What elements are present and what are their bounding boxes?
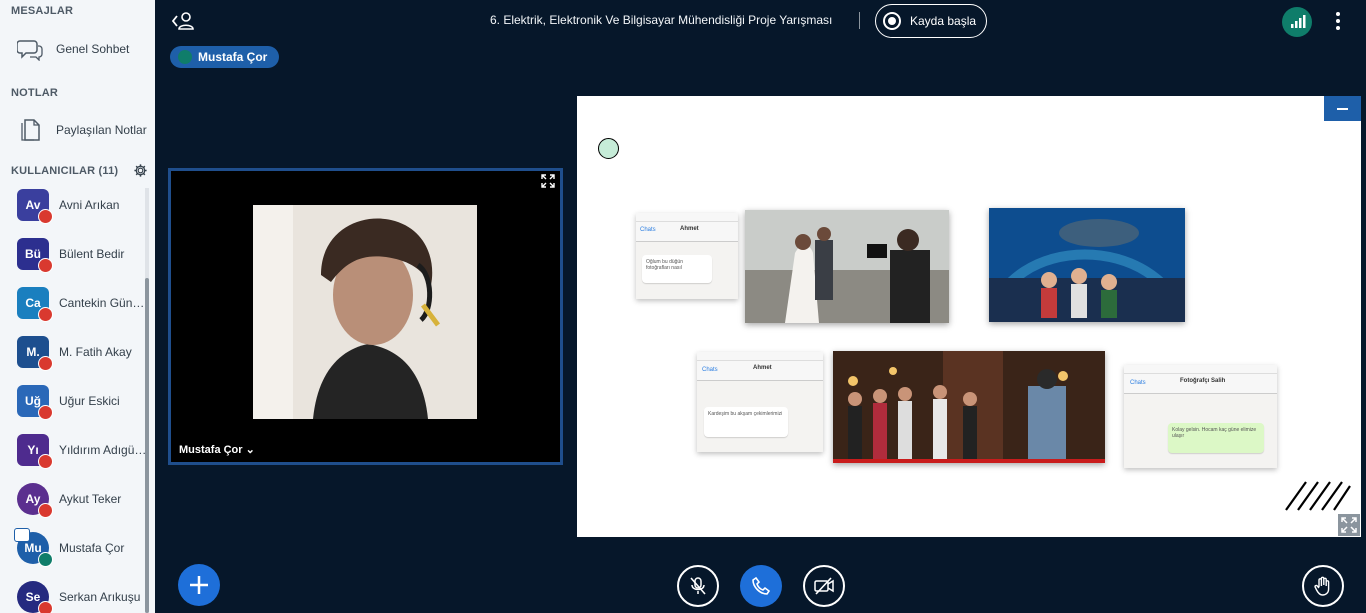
messages-section-title: MESAJLAR [11,5,74,17]
record-icon [883,12,901,30]
chat-contact-name: Ahmet [753,365,772,371]
minimize-presentation-button[interactable] [1324,96,1361,121]
user-list-item[interactable]: Ay Aykut Teker [0,479,148,525]
user-name: Aykut Teker [59,492,122,506]
user-name: M. Fatih Akay [59,345,132,359]
mic-muted-icon [38,356,53,371]
start-recording-button[interactable]: Kayda başla [875,4,987,38]
signal-icon [1291,15,1306,28]
user-name: Cantekin Gün… [59,296,145,310]
user-list-item[interactable]: Av Avni Arıkan [0,185,148,231]
user-name: Avni Arıkan [59,198,120,212]
webcam-user-name[interactable]: Mustafa Çor ⌄ [179,443,255,456]
presenter-cursor [598,138,619,159]
talking-user-name: Mustafa Çor [198,50,268,64]
public-chat-label: Genel Sohbet [56,42,130,56]
user-name: Yıldırım Adıgü… [59,443,147,457]
gear-icon[interactable] [133,163,148,178]
user-list-item[interactable]: Uğ Uğur Eskici [0,381,148,427]
mic-muted-icon [38,601,53,613]
mic-muted-icon [38,405,53,420]
talking-indicator[interactable]: Mustafa Çor [170,46,280,68]
user-list-item[interactable]: Ca Cantekin Gün… [0,283,148,329]
user-list-item[interactable]: Yı Yıldırım Adıgü… [0,430,148,476]
user-name: Uğur Eskici [59,394,120,408]
webcam-video[interactable]: Mustafa Çor ⌄ [168,168,563,465]
camera-off-icon [814,577,834,595]
user-name: Bülent Bedir [59,247,125,261]
mic-muted-icon [38,454,53,469]
user-list-item[interactable]: Mu Mustafa Çor [0,528,148,574]
chat-message: Kardeşim bu akşam çekimlerimizi [704,407,788,437]
mic-off-icon [690,577,706,595]
user-list-item[interactable]: Se Serkan Arıkuşu [0,577,148,613]
unmute-button[interactable] [677,565,719,607]
mic-muted-icon [38,307,53,322]
leave-audio-button[interactable] [740,565,782,607]
chat-contact-name: Fotoğrafçı Salih [1180,378,1226,384]
users-section-title: KULLANICILAR (11) [11,165,119,177]
options-menu-icon[interactable] [1330,9,1346,33]
mic-muted-icon [38,258,53,273]
slide-decoration [1285,481,1351,511]
presentation-slide[interactable] [577,96,1361,537]
chat-back-label: Chats [1130,380,1146,386]
chat-contact-name: Ahmet [680,226,699,232]
aquarium-photo [989,208,1185,322]
presentation-fullscreen-button[interactable] [1338,514,1360,536]
meeting-title: 6. Elektrik, Elektronik Ve Bilgisayar Mü… [490,13,833,27]
mic-active-icon [38,552,53,567]
shared-notes-item[interactable]: Paylaşılan Notlar [0,112,155,148]
public-chat-item[interactable]: Genel Sohbet [0,31,155,67]
chat-back-label: Chats [702,367,718,373]
notes-section-title: NOTLAR [11,87,59,99]
notes-icon [15,115,45,145]
hand-icon [1314,576,1330,596]
fullscreen-icon[interactable] [540,173,556,189]
share-webcam-button[interactable] [803,565,845,607]
user-list-item[interactable]: Bü Bülent Bedir [0,234,148,280]
chat-screenshot-1: Chats Ahmet Oğlum bu düğün fotoğrafları … [636,213,738,299]
mic-muted-icon [38,503,53,518]
presenter-icon [14,528,30,542]
user-list-sidebar: MESAJLAR Genel Sohbet NOTLAR Paylaşılan … [0,0,155,613]
webcam-feed [253,205,477,419]
party-photo [833,351,1105,463]
user-list-item[interactable]: M. M. Fatih Akay [0,332,148,378]
chat-message: Oğlum bu düğün fotoğrafları nasıl [642,255,712,283]
record-label: Kayda başla [910,14,977,28]
actions-button[interactable] [178,564,220,606]
user-name: Serkan Arıkuşu [59,590,141,604]
user-name: Mustafa Çor [59,541,125,555]
fullscreen-icon [1341,517,1357,533]
top-navbar: 6. Elektrik, Elektronik Ve Bilgisayar Mü… [155,0,1366,42]
phone-icon [752,576,771,595]
connection-status-button[interactable] [1282,7,1312,37]
toggle-users-icon[interactable] [171,10,195,32]
mic-muted-icon [38,209,53,224]
plus-icon [190,576,208,594]
chat-screenshot-2: Chats Ahmet Kardeşim bu akşam çekimlerim… [697,352,823,452]
microphone-icon [178,50,192,64]
chat-message: Kolay gelsin. Hocam kaç güne elimize ula… [1168,423,1264,453]
title-divider [859,12,860,29]
raise-hand-button[interactable] [1302,565,1344,607]
wedding-photo [745,210,949,323]
chat-screenshot-3: Chats Fotoğrafçı Salih Kolay gelsin. Hoc… [1124,365,1277,468]
chat-icon [15,34,45,64]
chat-back-label: Chats [640,227,656,233]
shared-notes-label: Paylaşılan Notlar [56,123,147,137]
